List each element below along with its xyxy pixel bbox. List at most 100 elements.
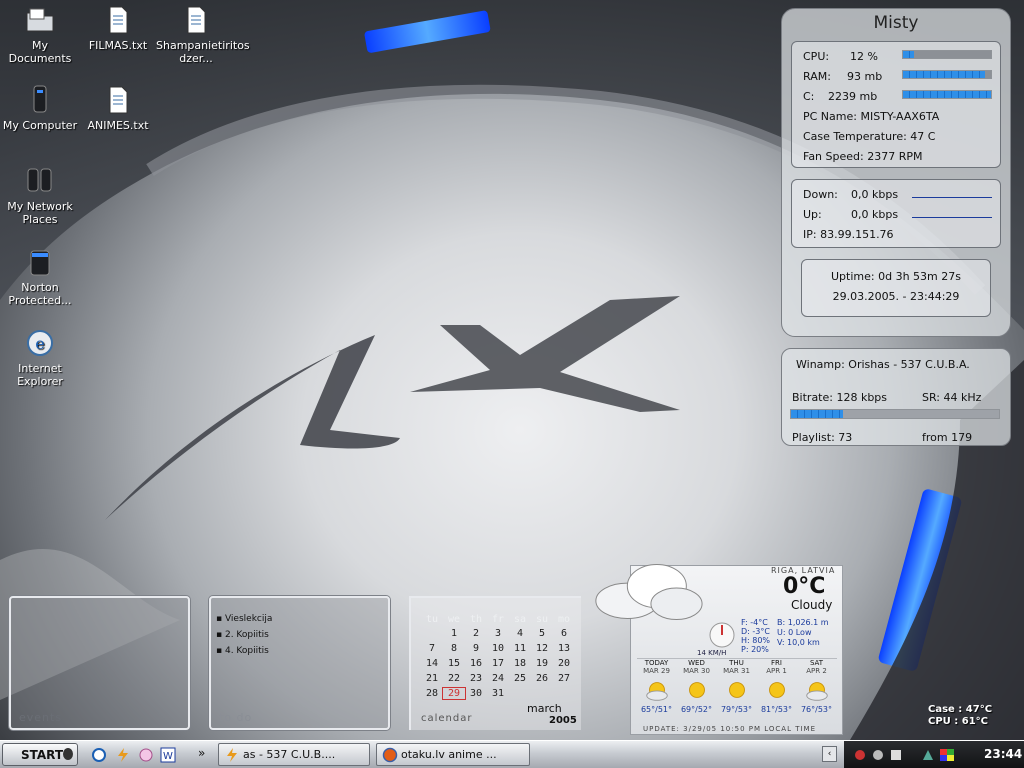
calendar-day[interactable]: 4 — [509, 628, 531, 639]
calendar-day[interactable]: 18 — [509, 658, 531, 669]
calendar-day[interactable]: 21 — [421, 673, 443, 684]
network-icon — [27, 168, 52, 192]
text-file-icon — [109, 86, 128, 114]
calendar-day[interactable]: 19 — [531, 658, 553, 669]
calendar-day[interactable]: 20 — [553, 658, 575, 669]
track-progress-fill — [791, 410, 843, 418]
calendar-day[interactable]: 3 — [487, 628, 509, 639]
upload-label: Up: — [803, 208, 822, 221]
desktop-icon-label: Internet Explorer — [17, 362, 63, 388]
events-panel[interactable]: events — [9, 596, 190, 730]
calendar-day[interactable]: 23 — [465, 673, 487, 684]
todo-item[interactable]: ▪ 4. Kopiitis — [216, 646, 269, 656]
calendar-day[interactable]: 15 — [443, 658, 465, 669]
calendar-grid: tu we th fr sa su mo 1 2 3 4 5 6 7 8 9 10 11 12 13 14 15 16 17 1… — [411, 598, 581, 700]
volume-icon[interactable] — [872, 749, 884, 761]
calendar-day[interactable]: 13 — [553, 643, 575, 654]
forecast-date: MAR 31 — [723, 667, 750, 675]
desktop-icon-animes[interactable]: ANIMES.txt — [78, 84, 158, 132]
sun-icon — [768, 682, 785, 698]
disk-bar — [902, 90, 992, 99]
upload-graph — [912, 217, 992, 218]
forecast-day-name: FRI — [771, 659, 782, 667]
calendar-day[interactable]: 7 — [421, 643, 443, 654]
forecast-hi-lo: 65°/51° — [640, 705, 673, 714]
calendar-day[interactable]: 27 — [553, 673, 575, 684]
forecast-date: APR 1 — [766, 667, 787, 675]
desktop-icon-norton[interactable]: Norton Protected... — [0, 246, 80, 307]
quicklaunch-more[interactable]: » — [198, 746, 205, 760]
disk-bar-fill — [903, 91, 991, 98]
calendar-day[interactable]: 2 — [465, 628, 487, 639]
todo-panel[interactable]: ▪ Vieslekcija ▪ 2. Kopiitis ▪ 4. Kopiiti… — [209, 596, 390, 730]
calendar-day[interactable]: 22 — [443, 673, 465, 684]
cpu-bar-fill — [903, 51, 914, 58]
calendar-widget: tu we th fr sa su mo 1 2 3 4 5 6 7 8 9 10 11 12 13 14 15 16 17 1… — [409, 596, 581, 730]
calendar-day[interactable]: 8 — [443, 643, 465, 654]
forecast-day: FRI APR 1 81°/53° — [757, 659, 796, 714]
svg-text:e: e — [35, 334, 44, 353]
wind-gauge-icon — [709, 622, 735, 648]
calendar-day[interactable]: 5 — [531, 628, 553, 639]
clock[interactable]: 23:44 — [984, 747, 1022, 761]
partly-sunny-icon — [645, 682, 668, 701]
messenger-icon[interactable] — [922, 749, 934, 761]
task-button-firefox[interactable]: otaku.lv anime ... — [376, 743, 530, 766]
network-icon[interactable] — [890, 749, 902, 761]
antivirus-icon[interactable] — [854, 749, 866, 761]
pc-name: PC Name: MISTY-AAX6TA — [803, 110, 940, 123]
desktop-icon-filmas[interactable]: FILMAS.txt — [78, 4, 158, 52]
text-file-icon — [187, 6, 206, 34]
calendar-day[interactable]: 10 — [487, 643, 509, 654]
calendar-day[interactable]: 12 — [531, 643, 553, 654]
calendar-day[interactable]: 25 — [509, 673, 531, 684]
start-button[interactable]: START — [2, 743, 78, 766]
calendar-day[interactable]: 16 — [465, 658, 487, 669]
cpu-temp-readout: CPU : 61°C — [928, 716, 989, 727]
calendar-day[interactable]: 1 — [443, 628, 465, 639]
calendar-day[interactable]: 24 — [487, 673, 509, 684]
text-file-icon — [109, 6, 128, 34]
calendar-day[interactable]: 26 — [531, 673, 553, 684]
forecast-day: WED MAR 30 69°/52° — [677, 659, 716, 714]
calendar-day[interactable]: 28 — [421, 688, 443, 699]
calendar-day-header: th — [469, 614, 483, 625]
forecast-day: THU MAR 31 79°/53° — [717, 659, 756, 714]
winamp-icon[interactable] — [115, 747, 131, 763]
desktop-icon-my-computer[interactable]: My Computer — [0, 84, 80, 132]
events-label: events — [19, 711, 63, 724]
upload-value: 0,0 kbps — [851, 208, 899, 221]
sample-rate: SR: 44 kHz — [922, 391, 982, 404]
calendar-day[interactable]: 30 — [465, 688, 487, 699]
word-icon[interactable]: W — [160, 747, 176, 763]
case-temperature: Case Temperature: 47 C — [803, 130, 936, 143]
date-time: 29.03.2005. - 23:44:29 — [832, 290, 960, 303]
calendar-day[interactable]: 29 — [442, 687, 466, 700]
forecast-day-name: SAT — [809, 659, 824, 667]
calendar-day[interactable]: 17 — [487, 658, 509, 669]
desktop-icon-my-documents[interactable]: My Documents — [0, 4, 80, 65]
now-playing[interactable]: Winamp: Orishas - 537 C.U.B.A. — [796, 358, 970, 371]
flag-icon[interactable] — [940, 749, 954, 761]
calendar-day[interactable]: 14 — [421, 658, 443, 669]
messenger-icon[interactable] — [138, 747, 154, 763]
forecast-day-name: TODAY — [644, 659, 669, 667]
desktop-icon-shampanietiritos[interactable]: Shampanietiritos dzer... — [156, 4, 250, 65]
todo-item[interactable]: ▪ Vieslekcija — [216, 614, 272, 624]
track-progress-bar[interactable] — [790, 409, 1000, 419]
calendar-day-header: we — [447, 614, 461, 625]
firefox-icon — [382, 747, 398, 763]
task-button-winamp[interactable]: as - 537 C.U.B.... — [218, 743, 370, 766]
calendar-day[interactable]: 11 — [509, 643, 531, 654]
scroll-left-button[interactable]: ‹ — [822, 746, 837, 762]
ie-icon[interactable] — [91, 747, 107, 763]
desktop-icon-network-places[interactable]: My Network Places — [0, 165, 80, 226]
calendar-day[interactable]: 31 — [487, 688, 509, 699]
forecast-date: MAR 30 — [683, 667, 710, 675]
calendar-label: calendar — [421, 713, 473, 724]
forecast-hi-lo: 79°/53° — [720, 705, 753, 714]
calendar-day[interactable]: 6 — [553, 628, 575, 639]
calendar-day[interactable]: 9 — [465, 643, 487, 654]
todo-item[interactable]: ▪ 2. Kopiitis — [216, 630, 269, 640]
desktop-icon-internet-explorer[interactable]: e Internet Explorer — [0, 327, 80, 388]
